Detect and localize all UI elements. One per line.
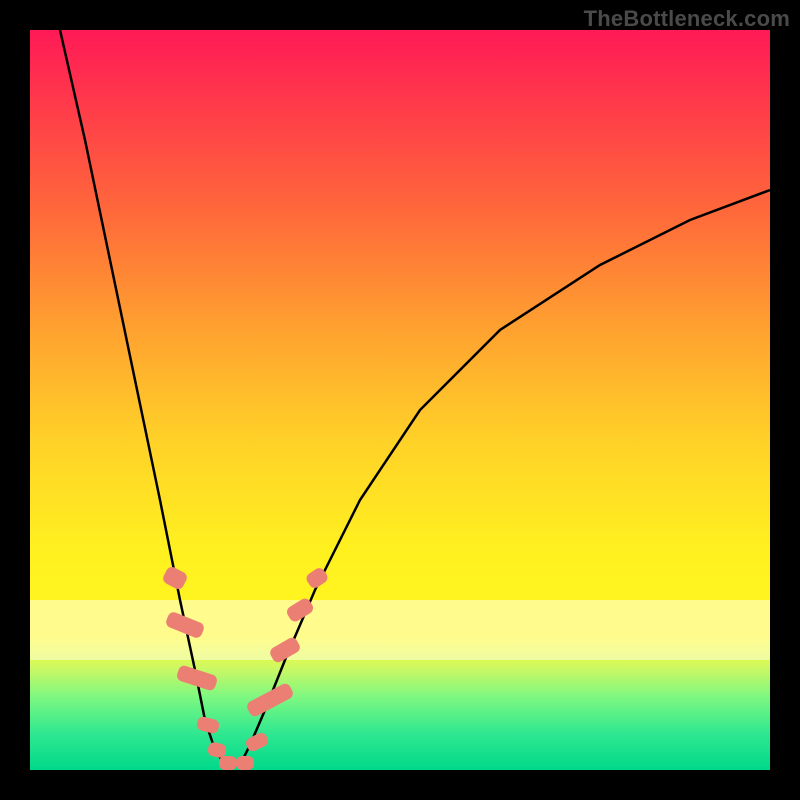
data-marker xyxy=(268,636,302,665)
marker-layer xyxy=(30,30,770,770)
data-marker xyxy=(304,566,330,590)
data-marker xyxy=(245,682,295,719)
data-marker xyxy=(164,610,205,639)
data-marker xyxy=(285,596,316,623)
data-marker xyxy=(161,565,189,591)
plot-frame xyxy=(30,30,770,770)
data-marker xyxy=(196,715,221,734)
data-marker xyxy=(236,756,254,770)
watermark-text: TheBottleneck.com xyxy=(584,6,790,32)
data-marker xyxy=(244,731,270,753)
data-marker xyxy=(176,664,219,692)
data-marker xyxy=(219,756,237,770)
